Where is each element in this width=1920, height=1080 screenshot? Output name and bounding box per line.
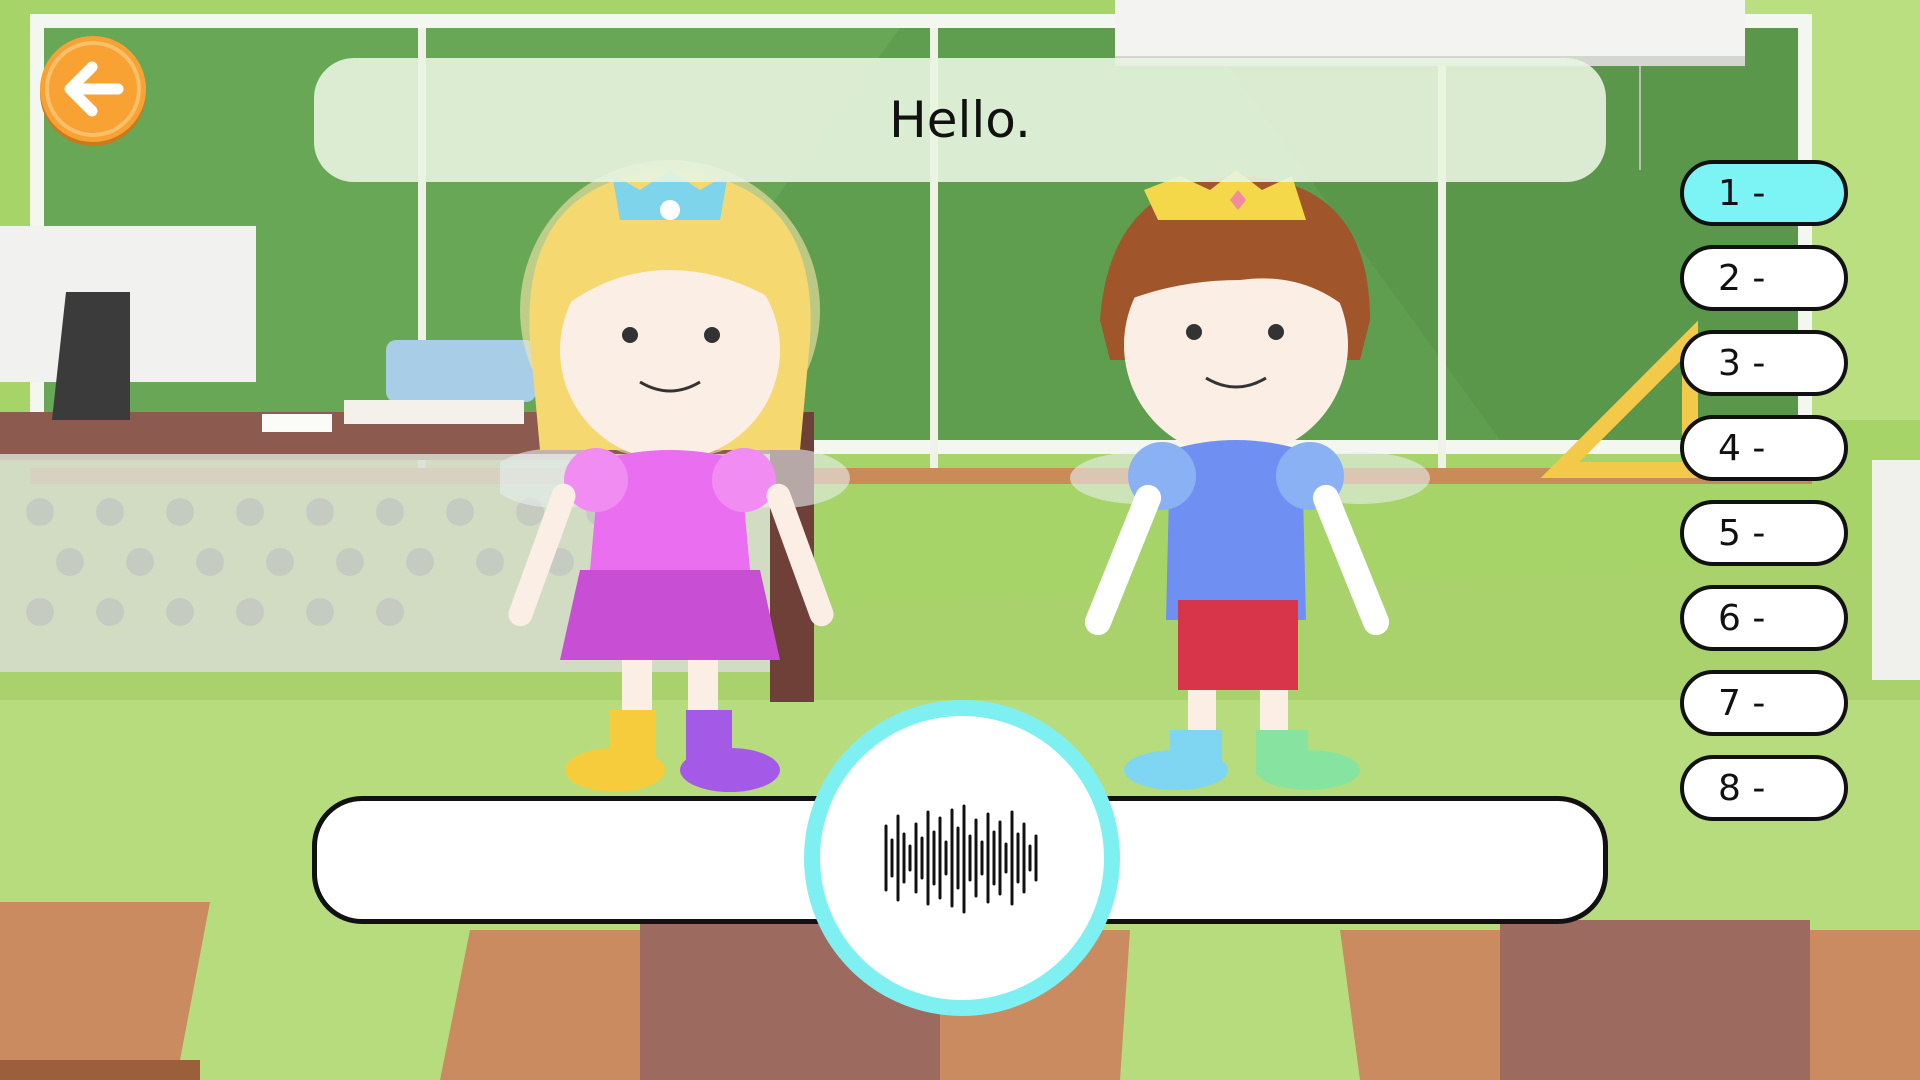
line-button-3[interactable]: 3 - [1680, 330, 1848, 396]
arrow-left-icon [45, 41, 141, 137]
sound-wave-icon [884, 804, 1038, 914]
back-button[interactable] [40, 36, 146, 142]
prince-character [1070, 170, 1430, 790]
line-button-6[interactable]: 6 - [1680, 585, 1848, 651]
sentence-banner: Hello. [314, 58, 1606, 182]
line-button-1[interactable]: 1 - [1680, 160, 1848, 226]
line-button-7[interactable]: 7 - [1680, 670, 1848, 736]
line-button-8[interactable]: 8 - [1680, 755, 1848, 821]
line-button-4[interactable]: 4 - [1680, 415, 1848, 481]
sentence-text: Hello. [889, 91, 1031, 149]
line-button-5[interactable]: 5 - [1680, 500, 1848, 566]
record-button[interactable] [804, 700, 1120, 1016]
line-button-2[interactable]: 2 - [1680, 245, 1848, 311]
princess-character [500, 160, 850, 792]
